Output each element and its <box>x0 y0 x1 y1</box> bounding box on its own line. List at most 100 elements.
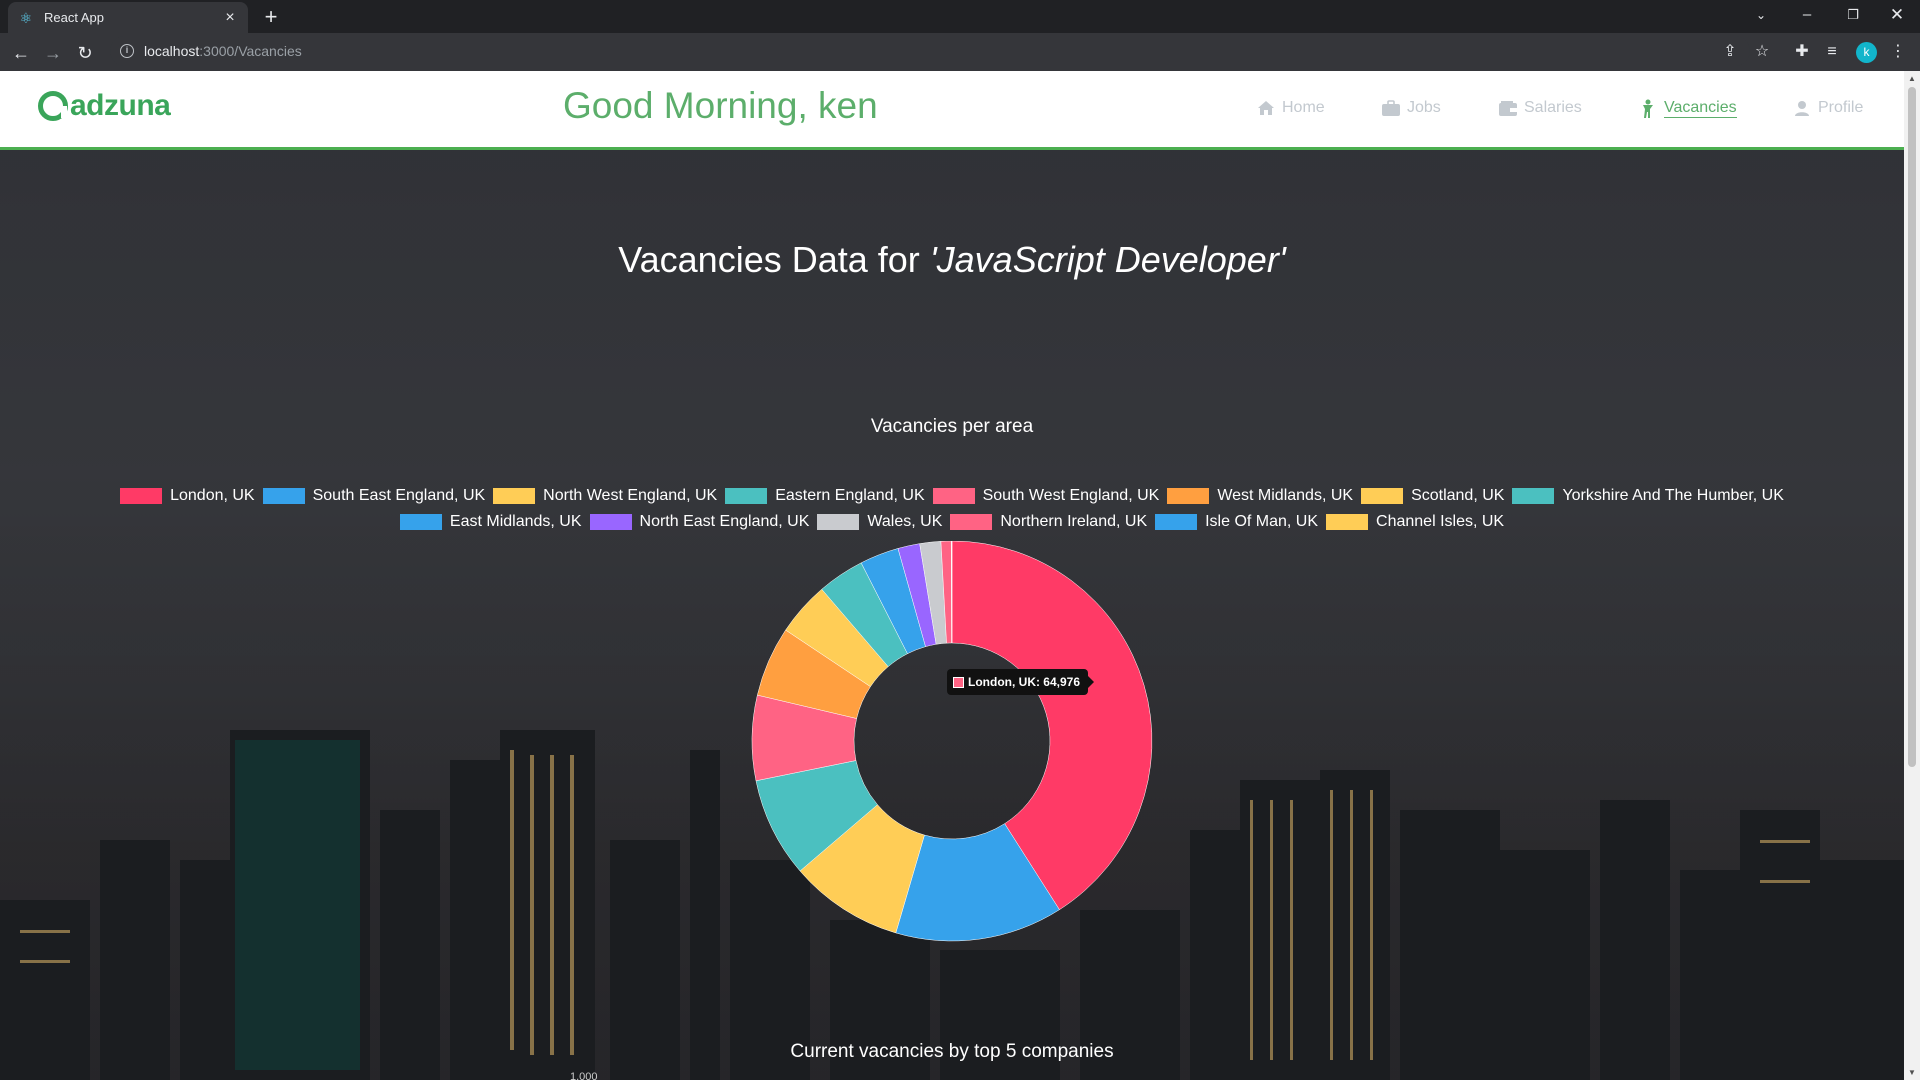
legend-label: South West England, UK <box>982 487 1160 504</box>
back-icon[interactable]: ← <box>8 40 34 66</box>
chart-legend-row-1: London, UK South East England, UK North We… <box>0 487 1904 505</box>
tab-search-icon[interactable]: ⌄ <box>1738 0 1784 30</box>
nav-profile[interactable]: Profile <box>1792 99 1863 117</box>
minimize-button[interactable]: – <box>1784 0 1830 30</box>
adzuna-logo[interactable]: adzuna <box>38 89 171 123</box>
legend-label: Wales, UK <box>867 513 943 530</box>
extensions-icon[interactable]: ✚ <box>1790 40 1814 64</box>
url-path: :3000/Vacancies <box>199 43 302 59</box>
nav-jobs-label: Jobs <box>1407 99 1441 116</box>
legend-swatch <box>1361 488 1404 504</box>
nav-salaries-label: Salaries <box>1524 99 1582 116</box>
legend-item[interactable]: South West England, UK <box>932 487 1160 505</box>
legend-swatch <box>725 488 768 504</box>
legend-item[interactable]: London, UK <box>120 487 255 505</box>
legend-item[interactable]: South East England, UK <box>262 487 486 505</box>
nav-home[interactable]: Home <box>1256 99 1325 117</box>
page-scrollbar[interactable]: ▲ ▼ <box>1904 71 1920 1080</box>
nav-vacancies-label: Vacancies <box>1664 99 1737 118</box>
legend-swatch <box>120 488 163 504</box>
scroll-down-arrow-icon[interactable]: ▼ <box>1908 1068 1916 1077</box>
legend-label: Yorkshire And The Humber, UK <box>1562 487 1784 504</box>
legend-label: North West England, UK <box>543 487 718 504</box>
tooltip-swatch <box>953 676 964 688</box>
legend-label: Scotland, UK <box>1411 487 1505 504</box>
legend-swatch <box>399 514 442 530</box>
home-icon <box>1256 99 1276 117</box>
legend-item[interactable]: Isle Of Man, UK <box>1155 513 1318 531</box>
share-icon[interactable]: ⇪ <box>1718 40 1742 64</box>
legend-label: Channel Isles, UK <box>1376 513 1505 530</box>
wallet-icon <box>1498 99 1518 117</box>
user-icon <box>1792 99 1812 117</box>
profile-avatar[interactable]: k <box>1856 42 1877 63</box>
menu-icon[interactable]: ⋮ <box>1886 40 1910 64</box>
legend-item[interactable]: West Midlands, UK <box>1167 487 1353 505</box>
restore-button[interactable]: ❐ <box>1830 0 1876 30</box>
person-icon <box>1638 99 1658 118</box>
bar-chart-title: Current vacancies by top 5 companies <box>790 1041 1114 1062</box>
reload-icon[interactable]: ↻ <box>72 40 98 66</box>
legend-label: Northern Ireland, UK <box>1000 513 1148 530</box>
legend-item[interactable]: Channel Isles, UK <box>1326 513 1504 531</box>
tooltip-text: London, UK: 64,976 <box>968 675 1081 689</box>
app-header: adzuna Good Morning, ken Home Jobs Salar… <box>0 71 1904 150</box>
bar-chart-tick: 1,000 <box>570 1071 598 1080</box>
briefcase-icon <box>1381 99 1401 117</box>
nav-salaries[interactable]: Salaries <box>1498 99 1582 117</box>
doughnut-chart[interactable] <box>0 541 1904 961</box>
legend-label: North East England, UK <box>639 513 810 530</box>
logo-text: adzuna <box>70 89 171 122</box>
site-info-icon[interactable]: i <box>120 44 134 58</box>
legend-label: Eastern England, UK <box>775 487 925 504</box>
legend-label: East Midlands, UK <box>449 513 582 530</box>
legend-item[interactable]: Northern Ireland, UK <box>950 513 1147 531</box>
nav-profile-label: Profile <box>1818 99 1864 116</box>
legend-swatch <box>1167 488 1210 504</box>
legend-item[interactable]: Yorkshire And The Humber, UK <box>1512 487 1784 505</box>
legend-item[interactable]: Wales, UK <box>817 513 942 531</box>
legend-swatch <box>589 514 632 530</box>
legend-item[interactable]: North West England, UK <box>493 487 717 505</box>
nav-jobs[interactable]: Jobs <box>1381 99 1441 117</box>
legend-swatch <box>950 514 993 530</box>
close-window-button[interactable]: ✕ <box>1874 0 1920 30</box>
address-bar[interactable]: i localhost:3000/Vacancies <box>110 36 1750 66</box>
url-host: localhost <box>144 43 200 59</box>
reading-list-icon[interactable]: ≡ <box>1820 40 1844 64</box>
browser-tab[interactable]: ⚛ React App × <box>8 2 248 33</box>
close-tab-icon[interactable]: × <box>222 9 238 27</box>
legend-label: Isle Of Man, UK <box>1205 513 1319 530</box>
legend-swatch <box>493 488 536 504</box>
nav-vacancies[interactable]: Vacancies <box>1638 99 1737 118</box>
page-heading: Vacancies Data for 'JavaScript Developer… <box>0 239 1904 281</box>
legend-swatch <box>1155 514 1198 530</box>
legend-label: West Midlands, UK <box>1217 487 1354 504</box>
tab-title: React App <box>44 10 104 25</box>
adzuna-logo-icon <box>38 91 68 121</box>
forward-icon[interactable]: → <box>40 40 66 66</box>
scroll-up-arrow-icon[interactable]: ▲ <box>1908 74 1916 83</box>
chart-legend-row-2: East Midlands, UK North East England, UK W… <box>0 513 1904 531</box>
legend-label: London, UK <box>170 487 255 504</box>
greeting: Good Morning, ken <box>563 85 878 126</box>
browser-tabstrip: ⚛ React App × + ⌄ – ❐ ✕ <box>0 0 1920 33</box>
new-tab-button[interactable]: + <box>258 5 284 31</box>
legend-swatch <box>932 488 975 504</box>
browser-toolbar: ← → ↻ i localhost:3000/Vacancies ⇪ ☆ ✚ ≡… <box>0 33 1920 71</box>
heading-prefix: Vacancies Data for <box>618 239 930 280</box>
legend-item[interactable]: Scotland, UK <box>1361 487 1504 505</box>
legend-swatch <box>262 488 305 504</box>
nav-home-label: Home <box>1282 99 1325 116</box>
legend-item[interactable]: Eastern England, UK <box>725 487 925 505</box>
page-viewport: adzuna Good Morning, ken Home Jobs Salar… <box>0 71 1904 1080</box>
bookmark-star-icon[interactable]: ☆ <box>1750 40 1774 64</box>
legend-item[interactable]: East Midlands, UK <box>399 513 582 531</box>
legend-item[interactable]: North East England, UK <box>589 513 810 531</box>
react-favicon-icon: ⚛ <box>19 9 33 26</box>
legend-label: South East England, UK <box>312 487 486 504</box>
legend-swatch <box>1326 514 1369 530</box>
legend-swatch <box>1512 488 1555 504</box>
scroll-thumb[interactable] <box>1908 87 1916 767</box>
chart-tooltip: London, UK: 64,976 <box>947 669 1095 695</box>
